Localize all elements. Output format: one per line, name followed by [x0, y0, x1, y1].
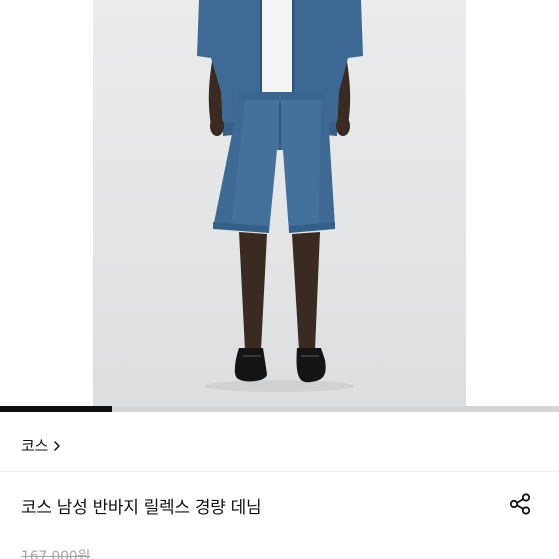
product-title: 코스 남성 반바지 릴렉스 경량 데님 — [21, 498, 262, 518]
product-title-row: 코스 남성 반바지 릴렉스 경량 데님 — [0, 473, 559, 543]
chevron-right-icon — [54, 440, 60, 451]
share-button[interactable] — [506, 490, 534, 518]
brand-link[interactable]: 코스 — [21, 435, 62, 456]
share-icon — [509, 493, 531, 515]
product-photo[interactable] — [93, 0, 466, 406]
product-detail-page: 코스 코스 남성 반바지 릴렉스 경량 데님 167,000원 — [0, 0, 559, 559]
model-denim-outfit-image — [197, 0, 363, 392]
product-image-gallery[interactable] — [0, 0, 559, 406]
brand-row: 코스 — [0, 412, 559, 472]
brand-name: 코스 — [21, 437, 49, 455]
price-row: 167,000원 — [21, 546, 90, 559]
original-price: 167,000원 — [21, 549, 91, 559]
